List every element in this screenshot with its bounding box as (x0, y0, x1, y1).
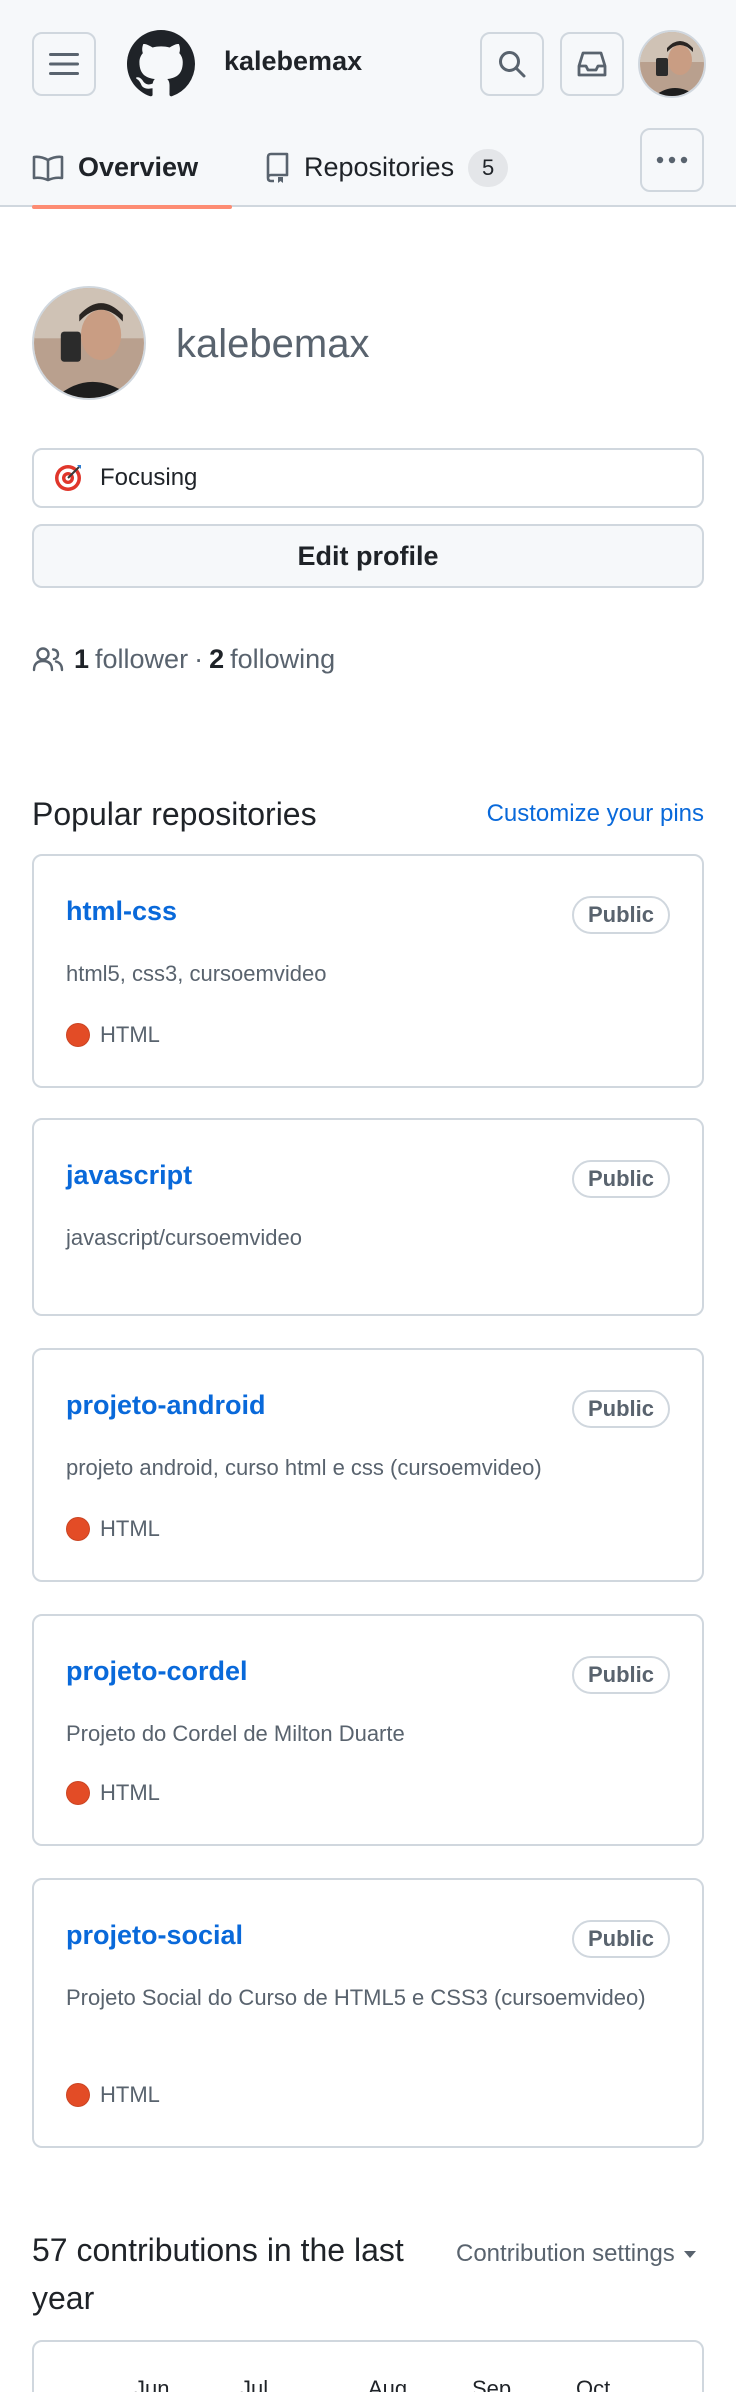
menu-button[interactable] (32, 32, 96, 96)
language-color-dot (66, 1023, 90, 1047)
repo-name-link[interactable]: projeto-android (66, 1390, 265, 1421)
month-label: Oct (576, 2376, 611, 2392)
contribution-graph: Jun Jul Aug Sep Oct (32, 2340, 704, 2392)
customize-pins-link[interactable]: Customize your pins (487, 800, 704, 828)
book-icon (32, 154, 64, 182)
language-name: HTML (100, 1516, 160, 1541)
repo-card: projeto-cordel Public Projeto do Cordel … (32, 1614, 704, 1846)
inbox-button[interactable] (560, 32, 624, 96)
followers-link[interactable]: follower (95, 644, 188, 675)
month-label: Sep (472, 2376, 512, 2392)
caret-down-icon (683, 2249, 697, 2259)
language-name: HTML (100, 2082, 160, 2107)
tab-label: Repositories (304, 152, 455, 182)
language-name: HTML (100, 1780, 160, 1805)
tab-label: Overview (78, 152, 199, 182)
contribution-settings-label: Contribution settings (456, 2240, 675, 2267)
search-button[interactable] (480, 32, 544, 96)
followers-count[interactable]: 1 (74, 644, 89, 675)
more-options-button[interactable] (640, 128, 704, 192)
edit-profile-button[interactable]: Edit profile (32, 524, 704, 588)
header-username[interactable]: kalebemax (224, 46, 362, 77)
search-icon (497, 49, 527, 79)
repo-card: projeto-social Public Projeto Social do … (32, 1878, 704, 2148)
month-label: Aug (368, 2376, 408, 2392)
profile-username: kalebemax (176, 322, 370, 366)
popular-repositories-heading: Popular repositories (32, 796, 317, 832)
visibility-badge: Public (571, 1920, 670, 1958)
visibility-badge: Public (571, 896, 670, 934)
follow-stats: 1 follower · 2 following (32, 640, 335, 678)
profile-avatar[interactable] (32, 286, 146, 400)
tab-overview[interactable]: Overview (32, 128, 232, 209)
repo-name-link[interactable]: projeto-social (66, 1920, 243, 1951)
language-color-dot (66, 1781, 90, 1805)
user-avatar[interactable] (638, 30, 706, 98)
profile-tabs: Overview Repositories 5 (0, 128, 736, 209)
repo-name-link[interactable]: html-css (66, 896, 177, 927)
repo-language: HTML (66, 1780, 160, 1806)
contribution-settings-dropdown[interactable]: Contribution settings (456, 2240, 697, 2268)
app-header: kalebemax Overview Repositories 5 (0, 0, 736, 209)
language-color-dot (66, 1517, 90, 1541)
contributions-heading: 57 contributions in the last year (32, 2232, 404, 2316)
people-icon (32, 646, 64, 672)
repo-language: HTML (66, 1516, 160, 1542)
inbox-icon (576, 50, 608, 78)
repo-description: html5, css3, cursoemvideo (66, 961, 327, 986)
repo-name-link[interactable]: projeto-cordel (66, 1656, 248, 1687)
hamburger-icon (49, 52, 79, 76)
following-link[interactable]: following (230, 644, 335, 675)
kebab-horizontal-icon (656, 156, 688, 164)
repo-name-link[interactable]: javascript (66, 1160, 192, 1191)
repo-description: projeto android, curso html e css (curso… (66, 1455, 542, 1480)
visibility-badge: Public (571, 1390, 670, 1428)
repo-language: HTML (66, 1022, 160, 1048)
repo-description: Projeto Social do Curso de HTML5 e CSS3 … (66, 1985, 646, 2010)
repo-description: Projeto do Cordel de Milton Duarte (66, 1721, 405, 1746)
visibility-badge: Public (571, 1160, 670, 1198)
tab-repositories[interactable]: Repositories 5 (264, 128, 509, 207)
repositories-count-badge: 5 (468, 148, 509, 187)
status-button[interactable]: Focusing (32, 448, 704, 508)
repo-card: projeto-android Public projeto android, … (32, 1348, 704, 1582)
github-logo-icon[interactable] (127, 30, 195, 98)
language-name: HTML (100, 1022, 160, 1047)
target-emoji-icon (54, 464, 82, 492)
repo-description: javascript/cursoemvideo (66, 1225, 302, 1250)
repo-icon (264, 152, 290, 184)
language-color-dot (66, 2083, 90, 2107)
repo-card: html-css Public html5, css3, cursoemvide… (32, 854, 704, 1088)
repo-card: javascript Public javascript/cursoemvide… (32, 1118, 704, 1316)
status-text: Focusing (100, 464, 198, 491)
month-label: Jul (240, 2376, 269, 2392)
repo-language: HTML (66, 2082, 160, 2108)
follow-separator: · (194, 643, 204, 674)
following-count[interactable]: 2 (209, 644, 224, 675)
month-label: Jun (134, 2376, 170, 2392)
visibility-badge: Public (571, 1656, 670, 1694)
